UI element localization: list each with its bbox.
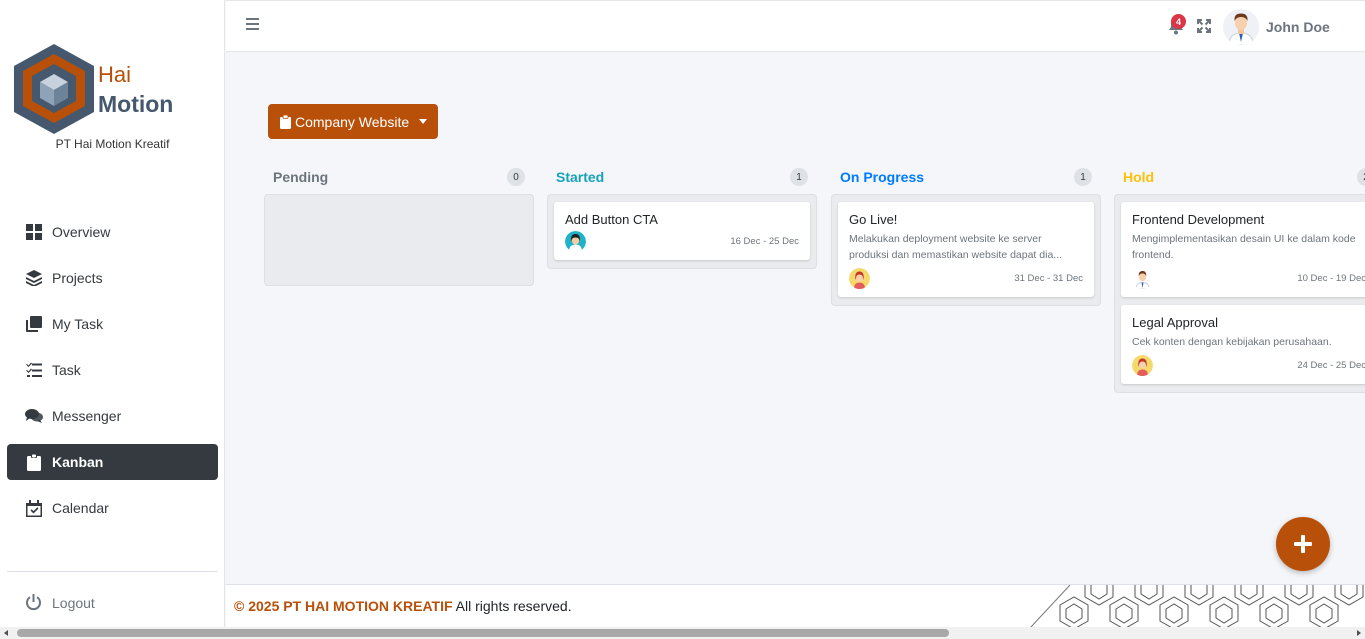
task-date-range: 24 Dec - 25 Dec — [1297, 360, 1365, 371]
column-count-badge: 2 — [1357, 168, 1365, 186]
plus-icon — [1294, 535, 1312, 553]
task-title: Go Live! — [849, 212, 898, 227]
column-count-badge: 0 — [507, 168, 525, 186]
task-description: Melakukan deployment website ke server p… — [849, 233, 1063, 261]
sidebar-item-calendar[interactable]: Calendar — [7, 490, 218, 526]
task-card[interactable]: Go Live! Melakukan deployment website ke… — [838, 202, 1094, 297]
task-date-range: 31 Dec - 31 Dec — [1014, 273, 1083, 284]
kanban-column-started: Started 1 Add Button CTA 16 Dec - 25 Dec — [547, 160, 817, 269]
hamburger-icon[interactable] — [246, 17, 260, 31]
column-header: Started 1 — [547, 160, 817, 194]
column-dropzone[interactable]: Add Button CTA 16 Dec - 25 Dec — [547, 194, 817, 269]
column-count-badge: 1 — [1074, 168, 1092, 186]
sidebar: Hai Motion PT Hai Motion Kreatif Overvie… — [0, 0, 225, 627]
column-dropzone[interactable]: Frontend Development Mengimplementasikan… — [1114, 194, 1365, 393]
clipboard-icon — [25, 453, 43, 471]
kanban-column-on-progress: On Progress 1 Go Live! Melakukan deploym… — [831, 160, 1101, 306]
task-date-range: 10 Dec - 19 Dec — [1297, 273, 1365, 284]
redhead-avatar — [849, 268, 870, 289]
redhead-avatar — [1132, 355, 1153, 376]
calendar-check-icon — [25, 499, 43, 517]
task-description: Cek konten dengan kebijakan perusahaan. — [1132, 336, 1332, 348]
sidebar-item-label: Overview — [52, 224, 111, 240]
column-title: Started — [556, 169, 605, 185]
sidebar-item-projects[interactable]: Projects — [7, 260, 218, 296]
scroll-left-arrow-icon[interactable] — [4, 630, 8, 636]
sidebar-item-task[interactable]: Task — [7, 352, 218, 388]
add-task-button[interactable] — [1276, 517, 1330, 571]
woman-avatar — [565, 231, 586, 252]
column-title: Pending — [273, 169, 329, 185]
footer-copyright: © 2025 PT HAI MOTION KREATIF — [234, 598, 453, 614]
logo-text-motion: Motion — [98, 91, 173, 117]
user-avatar[interactable] — [1223, 9, 1259, 45]
task-title: Legal Approval — [1132, 315, 1219, 330]
logo-text-hai: Hai — [98, 62, 131, 87]
user-name[interactable]: John Doe — [1266, 19, 1330, 35]
logout-button[interactable]: Logout — [25, 594, 95, 611]
task-card[interactable]: Add Button CTA 16 Dec - 25 Dec — [554, 202, 810, 260]
decorative-hex-pattern — [1030, 585, 1365, 628]
task-title: Add Button CTA — [565, 212, 658, 227]
notification-badge: 4 — [1171, 14, 1186, 29]
column-header: Hold 2 — [1114, 160, 1365, 194]
column-dropzone[interactable]: Go Live! Melakukan deployment website ke… — [831, 194, 1101, 306]
scroll-right-arrow-icon[interactable] — [1357, 630, 1361, 636]
sidebar-item-label: Messenger — [52, 408, 122, 424]
sidebar-nav: Overview Projects My Task Task Messenger… — [7, 214, 218, 536]
sidebar-item-my-task[interactable]: My Task — [7, 306, 218, 342]
footer: © 2025 PT HAI MOTION KREATIF All rights … — [226, 584, 1365, 628]
man-avatar — [1132, 268, 1153, 289]
column-header: On Progress 1 — [831, 160, 1101, 194]
sidebar-item-label: Kanban — [52, 454, 104, 470]
project-select-button[interactable]: Company Website — [268, 104, 438, 139]
sidebar-item-overview[interactable]: Overview — [7, 214, 218, 250]
column-header: Pending 0 — [264, 160, 534, 194]
comments-icon — [25, 407, 43, 425]
sidebar-item-label: Task — [52, 362, 81, 378]
project-select-label: Company Website — [295, 113, 410, 130]
sidebar-item-kanban[interactable]: Kanban — [7, 444, 218, 480]
footer-rights: All rights reserved. — [452, 598, 572, 614]
hai-motion-logo[interactable]: Hai Motion — [12, 42, 192, 137]
company-name: PT Hai Motion Kreatif — [55, 137, 170, 151]
task-description: Mengimplementasikan desain UI ke dalam k… — [1132, 233, 1356, 261]
footer-text: © 2025 PT HAI MOTION KREATIF All rights … — [234, 598, 572, 614]
checklist-icon — [25, 361, 43, 379]
task-card[interactable]: Legal Approval Cek konten dengan kebijak… — [1121, 305, 1365, 384]
column-title: On Progress — [840, 169, 925, 185]
top-navbar: 4 John Doe — [226, 0, 1365, 52]
sidebar-divider — [7, 571, 218, 572]
scrollbar-thumb[interactable] — [17, 629, 949, 637]
column-dropzone[interactable] — [264, 194, 534, 286]
kanban-column-pending: Pending 0 — [264, 160, 534, 286]
copy-icon — [25, 315, 43, 333]
caret-down-icon — [419, 119, 428, 124]
sidebar-item-label: Projects — [52, 270, 103, 286]
task-date-range: 16 Dec - 25 Dec — [730, 236, 799, 247]
column-title: Hold — [1123, 169, 1155, 185]
fullscreen-icon[interactable] — [1197, 19, 1211, 33]
sidebar-item-messenger[interactable]: Messenger — [7, 398, 218, 434]
sidebar-item-label: Calendar — [52, 500, 109, 516]
sidebar-item-label: My Task — [52, 316, 104, 332]
column-count-badge: 1 — [790, 168, 808, 186]
task-card[interactable]: Frontend Development Mengimplementasikan… — [1121, 202, 1365, 297]
layers-icon — [25, 269, 43, 287]
kanban-column-hold: Hold 2 Frontend Development Mengimplemen… — [1114, 160, 1365, 393]
grid-icon — [25, 223, 43, 241]
horizontal-scrollbar[interactable] — [0, 627, 1365, 639]
task-title: Frontend Development — [1132, 212, 1265, 227]
logout-label: Logout — [52, 594, 95, 611]
power-icon — [25, 594, 43, 611]
clipboard-icon — [280, 114, 291, 129]
